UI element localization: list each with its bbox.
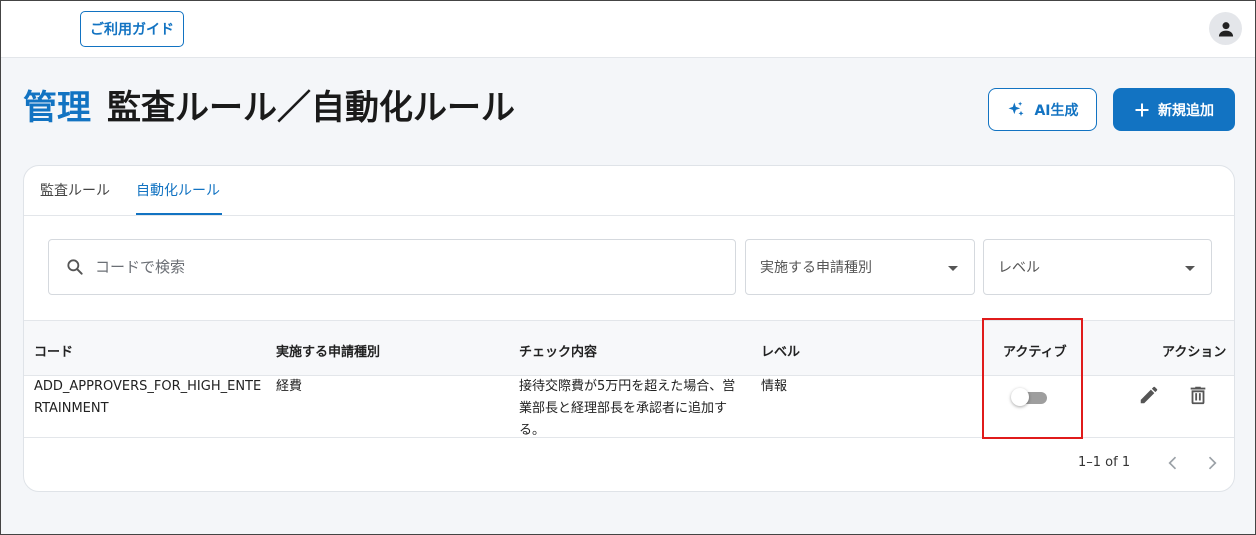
sparkle-icon — [1008, 101, 1024, 116]
chevron-right-icon[interactable] — [1202, 453, 1222, 473]
page-title-prefix: 管理 — [23, 88, 91, 128]
level-select-label: レベル — [998, 260, 1040, 276]
chevron-left-icon[interactable] — [1163, 453, 1183, 473]
column-header-code[interactable]: コード — [34, 341, 73, 360]
search-field[interactable] — [48, 239, 736, 295]
chevron-down-icon — [1185, 266, 1195, 271]
active-tab-indicator — [136, 213, 222, 215]
search-icon — [67, 259, 83, 275]
toggle-thumb — [1011, 388, 1029, 406]
column-header-level[interactable]: レベル — [761, 341, 800, 360]
active-toggle[interactable] — [1011, 388, 1049, 406]
tab-automation-rules[interactable]: 自動化ルール — [136, 180, 220, 200]
application-type-select[interactable]: 実施する申請種別 — [745, 239, 975, 295]
chevron-down-icon — [948, 266, 958, 271]
ai-generate-label: AI生成 — [1034, 102, 1079, 119]
pagination-range: 1–1 of 1 — [1078, 455, 1131, 470]
top-bar: ご利用ガイド — [1, 1, 1255, 58]
column-header-actions: アクション — [1162, 345, 1227, 360]
cell-check-content: 接待交際費が5万円を超えた場合、営業部長と経理部長を承認者に追加する。 — [519, 379, 736, 438]
table-row: ADD_APPROVERS_FOR_HIGH_ENTERTAINMENT 経費 … — [24, 376, 1234, 438]
cell-application-type: 経費 — [276, 379, 303, 394]
level-select[interactable]: レベル — [983, 239, 1212, 295]
page-title-main: 監査ルール／自動化ルール — [107, 88, 515, 128]
column-header-check-content[interactable]: チェック内容 — [519, 341, 597, 360]
add-new-label: 新規追加 — [1158, 102, 1214, 119]
column-header-application-type[interactable]: 実施する申請種別 — [276, 341, 380, 360]
tab-audit-rules[interactable]: 監査ルール — [40, 180, 110, 200]
search-input[interactable] — [95, 258, 695, 276]
plus-icon — [1135, 103, 1149, 116]
edit-pencil-icon[interactable] — [1138, 384, 1160, 406]
rules-card: 監査ルール 自動化ルール 実施する申請種別 レベル コード 実施する申請種別 チ… — [23, 165, 1235, 492]
cell-level: 情報 — [761, 379, 788, 394]
add-new-button[interactable]: 新規追加 — [1113, 88, 1235, 131]
account-circle-icon — [1218, 21, 1233, 36]
delete-trash-icon[interactable] — [1187, 384, 1209, 406]
cell-code: ADD_APPROVERS_FOR_HIGH_ENTERTAINMENT — [34, 379, 262, 416]
ai-generate-button[interactable]: AI生成 — [988, 88, 1097, 131]
account-button[interactable] — [1209, 12, 1242, 45]
table-header: コード 実施する申請種別 チェック内容 レベル アクティブ アクション — [24, 320, 1234, 376]
user-guide-button[interactable]: ご利用ガイド — [80, 11, 184, 47]
column-header-active: アクティブ — [1003, 345, 1067, 360]
page-title: 管理 監査ルール／自動化ルール — [23, 86, 515, 130]
tab-bar: 監査ルール 自動化ルール — [24, 166, 1234, 216]
application-type-select-label: 実施する申請種別 — [760, 260, 872, 276]
